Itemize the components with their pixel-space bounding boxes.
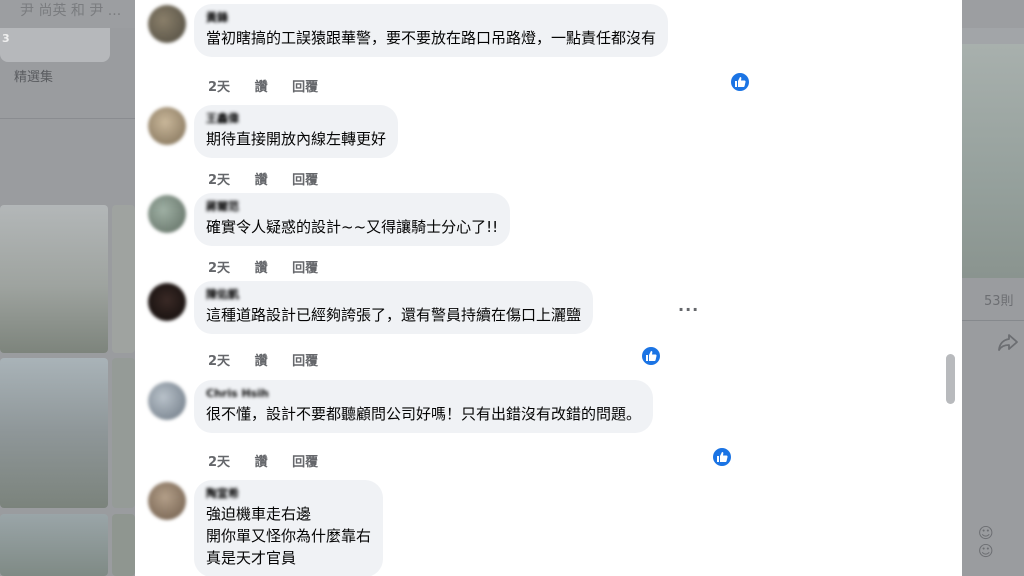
comment-author[interactable]: 陶宣希 <box>206 487 371 501</box>
comment-author[interactable]: 蔣爾范 <box>206 200 498 214</box>
comment-actions: 2天 讚 回覆 <box>208 257 338 276</box>
avatar[interactable] <box>148 382 186 420</box>
like-button[interactable]: 讚 <box>255 261 268 276</box>
reply-button[interactable]: 回覆 <box>292 261 318 276</box>
background-post-image <box>962 44 1024 278</box>
like-button[interactable]: 讚 <box>255 455 268 470</box>
comment-bubble: 陶宣希 強迫機車走右邊 開你單又怪你為什麼靠右 真是天才官員 <box>194 480 384 576</box>
comment-time[interactable]: 2天 <box>208 261 230 276</box>
comment-time[interactable]: 2天 <box>208 173 230 188</box>
avatar[interactable] <box>148 107 186 145</box>
comment-time[interactable]: 2天 <box>208 354 230 369</box>
reply-button[interactable]: 回覆 <box>292 173 318 188</box>
comment-bubble: Chris Hsih 很不懂，設計不要都聽顧問公司好嗎！只有出錯沒有改錯的問題。 <box>194 380 654 433</box>
comment-author[interactable]: 黃鋒 <box>206 11 656 25</box>
comment-text: 開你單又怪你為什麼靠右 <box>206 527 372 545</box>
comment-bubble: 蔣爾范 確實令人疑惑的設計~~又得讓騎士分心了!! <box>194 193 511 246</box>
background-divider <box>0 118 135 119</box>
background-right-header <box>962 28 1024 44</box>
background-photo <box>112 514 135 576</box>
like-button[interactable]: 讚 <box>255 173 268 188</box>
background-photo-card <box>0 28 110 62</box>
comment-text: 很不懂，設計不要都聽顧問公司好嗎！只有出錯沒有改錯的問題。 <box>206 405 642 423</box>
more-options-icon[interactable]: ··· <box>678 300 699 319</box>
comment-time[interactable]: 2天 <box>208 80 230 95</box>
comment-text: 當初瞎搞的工誤猿跟華警，要不要放在路口吊路燈，一點責任都沒有 <box>206 29 657 47</box>
featured-label: 精選集 <box>14 70 54 85</box>
scrollbar-track[interactable] <box>944 0 958 576</box>
comment-text: 確實令人疑惑的設計~~又得讓騎士分心了!! <box>206 218 499 236</box>
avatar[interactable] <box>148 195 186 233</box>
avatar[interactable] <box>148 482 186 520</box>
scrollbar-thumb[interactable] <box>946 354 955 404</box>
background-divider <box>962 320 1024 321</box>
comment-actions: 2天 讚 回覆 <box>208 169 338 188</box>
background-likes-count: 53則 <box>984 294 1014 309</box>
comment-actions: 2天 讚 回覆 <box>208 76 338 95</box>
comments-dialog: 黃鋒 當初瞎搞的工誤猿跟華警，要不要放在路口吊路燈，一點責任都沒有 2天 讚 回… <box>135 0 962 576</box>
comment-actions: 2天 讚 回覆 <box>208 350 338 369</box>
comment-text: 真是天才官員 <box>206 549 297 567</box>
like-reaction-badge[interactable] <box>711 446 733 468</box>
avatar[interactable] <box>148 5 186 43</box>
reply-button[interactable]: 回覆 <box>292 80 318 95</box>
background-photo <box>112 358 135 508</box>
share-icon <box>998 334 1018 351</box>
comment-actions: 2天 讚 回覆 <box>208 451 338 470</box>
background-photo-count: 3 <box>2 32 10 45</box>
emoji-icon: ☺☺ <box>978 524 1002 560</box>
like-button[interactable]: 讚 <box>255 354 268 369</box>
like-reaction-badge[interactable] <box>640 345 662 367</box>
thumbs-up-icon <box>735 77 746 87</box>
comment-text: 期待直接開放內線左轉更好 <box>206 130 387 148</box>
background-photo <box>0 205 108 353</box>
comment-text: 這種道路設計已經夠誇張了，還有警員持續在傷口上灑鹽 <box>206 306 582 324</box>
avatar[interactable] <box>148 283 186 321</box>
comment-author[interactable]: 王鑫偉 <box>206 112 386 126</box>
comment-time[interactable]: 2天 <box>208 455 230 470</box>
thumbs-up-icon <box>717 452 728 462</box>
background-photo <box>112 205 135 353</box>
reply-button[interactable]: 回覆 <box>292 354 318 369</box>
comment-bubble: 陳佑凱 這種道路設計已經夠誇張了，還有警員持續在傷口上灑鹽 <box>194 281 594 334</box>
background-tab-text: 尹 尚英 和 尹 ... <box>20 3 122 19</box>
like-reaction-badge[interactable] <box>729 71 751 93</box>
comment-author[interactable]: Chris Hsih <box>206 387 641 401</box>
comment-bubble: 黃鋒 當初瞎搞的工誤猿跟華警，要不要放在路口吊路燈，一點責任都沒有 <box>194 4 669 57</box>
thumbs-up-icon <box>646 351 657 361</box>
background-photo <box>0 358 108 508</box>
reply-button[interactable]: 回覆 <box>292 455 318 470</box>
background-photo <box>0 514 108 576</box>
comment-bubble: 王鑫偉 期待直接開放內線左轉更好 <box>194 105 399 158</box>
comment-author[interactable]: 陳佑凱 <box>206 288 581 302</box>
comment-text: 強迫機車走右邊 <box>206 505 312 523</box>
like-button[interactable]: 讚 <box>255 80 268 95</box>
